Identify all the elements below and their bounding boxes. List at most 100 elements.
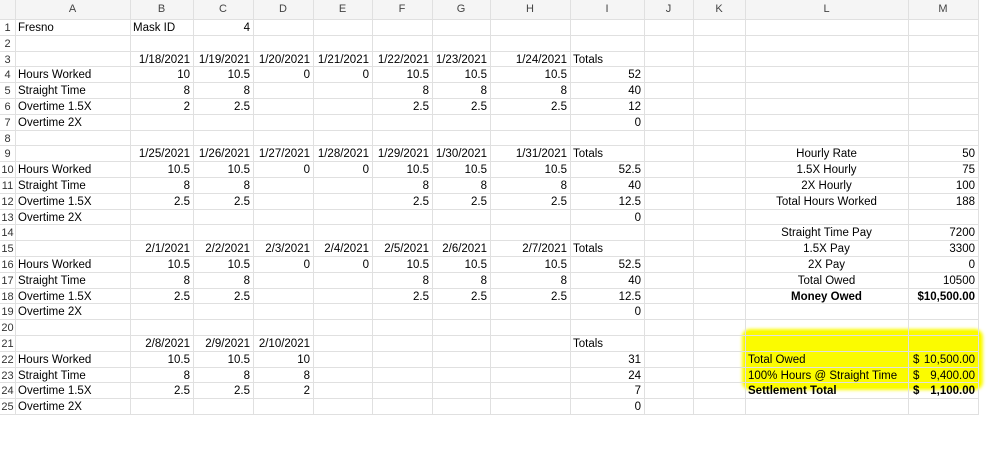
hours-cell[interactable]: 10.5 (193, 352, 253, 368)
column-header-k[interactable]: K (693, 0, 745, 19)
row-label-overtime-2[interactable]: Overtime 2X (15, 115, 130, 131)
date-header[interactable]: 2/1/2021 (130, 241, 193, 257)
summary-value[interactable]: 7200 (908, 225, 978, 241)
total-cell[interactable]: 12.5 (570, 289, 644, 305)
overtime-cell[interactable]: 2.5 (432, 99, 490, 115)
hours-cell[interactable]: 10.5 (432, 257, 490, 273)
row-header-23[interactable]: 23 (0, 368, 15, 384)
date-header[interactable]: 2/8/2021 (130, 336, 193, 352)
row-header-6[interactable]: 6 (0, 99, 15, 115)
column-header-g[interactable]: G (432, 0, 490, 19)
cell-b1-mask-label[interactable]: Mask ID (130, 20, 193, 36)
straight-cell[interactable]: 8 (490, 273, 570, 289)
row-header-12[interactable]: 12 (0, 194, 15, 210)
straight-cell[interactable]: 8 (130, 273, 193, 289)
overtime-cell[interactable]: 2.5 (490, 194, 570, 210)
row-label-overtime-15[interactable]: Overtime 1.5X (15, 194, 130, 210)
straight-cell[interactable]: 8 (253, 368, 313, 384)
row-header-16[interactable]: 16 (0, 257, 15, 273)
hours-cell[interactable]: 10.5 (490, 162, 570, 178)
settlement-label[interactable]: Settlement Total (745, 383, 908, 399)
hours-cell[interactable]: 10.5 (372, 257, 432, 273)
summary-label[interactable]: 2X Hourly (745, 178, 908, 194)
summary-label[interactable]: Straight Time Pay (745, 225, 908, 241)
overtime-cell[interactable]: 2.5 (432, 289, 490, 305)
row-label-overtime-15[interactable]: Overtime 1.5X (15, 383, 130, 399)
summary-label[interactable]: 1.5X Pay (745, 241, 908, 257)
settlement-amount[interactable]: 10,500.00 (908, 352, 978, 368)
summary-value[interactable]: 3300 (908, 241, 978, 257)
overtime-cell[interactable]: 2.5 (432, 194, 490, 210)
summary-value[interactable]: 100 (908, 178, 978, 194)
row-header-13[interactable]: 13 (0, 210, 15, 226)
row-header-17[interactable]: 17 (0, 273, 15, 289)
hours-cell[interactable]: 0 (253, 67, 313, 83)
date-header[interactable]: 2/3/2021 (253, 241, 313, 257)
row-label-straight-time[interactable]: Straight Time (15, 178, 130, 194)
hours-cell[interactable]: 10.5 (193, 257, 253, 273)
cell-c1-mask-value[interactable]: 4 (193, 20, 253, 36)
date-header[interactable]: 2/5/2021 (372, 241, 432, 257)
hours-cell[interactable]: 0 (313, 257, 372, 273)
overtime-cell[interactable]: 2.5 (372, 99, 432, 115)
summary-value[interactable]: 188 (908, 194, 978, 210)
row-label-hours-worked[interactable]: Hours Worked (15, 257, 130, 273)
hours-cell[interactable]: 0 (253, 162, 313, 178)
overtime-cell[interactable]: 2.5 (490, 99, 570, 115)
summary-value[interactable]: 50 (908, 146, 978, 162)
straight-cell[interactable]: 8 (490, 83, 570, 99)
date-header[interactable]: 1/19/2021 (193, 52, 253, 68)
row-header-9[interactable]: 9 (0, 146, 15, 162)
settlement-amount[interactable]: 1,100.00 (908, 383, 978, 399)
total-cell[interactable]: 0 (570, 304, 644, 320)
summary-value[interactable]: 75 (908, 162, 978, 178)
row-label-overtime-2[interactable]: Overtime 2X (15, 399, 130, 415)
summary-value[interactable]: $10,500.00 (908, 289, 978, 305)
total-cell[interactable]: 24 (570, 368, 644, 384)
hours-cell[interactable]: 10.5 (432, 162, 490, 178)
row-header-4[interactable]: 4 (0, 67, 15, 83)
date-header[interactable]: 2/4/2021 (313, 241, 372, 257)
date-header[interactable]: 1/31/2021 (490, 146, 570, 162)
overtime-cell[interactable]: 2.5 (372, 289, 432, 305)
column-header-a[interactable]: A (15, 0, 130, 19)
column-header-h[interactable]: H (490, 0, 570, 19)
straight-cell[interactable]: 8 (432, 178, 490, 194)
total-cell[interactable]: 0 (570, 399, 644, 415)
total-cell[interactable]: 40 (570, 178, 644, 194)
date-header[interactable]: 2/6/2021 (432, 241, 490, 257)
straight-cell[interactable]: 8 (130, 368, 193, 384)
total-cell[interactable]: 12 (570, 99, 644, 115)
overtime-cell[interactable]: 2.5 (130, 289, 193, 305)
row-header-20[interactable]: 20 (0, 320, 15, 336)
hours-cell[interactable]: 10 (253, 352, 313, 368)
column-header-i[interactable]: I (570, 0, 644, 19)
hours-cell[interactable]: 10.5 (193, 162, 253, 178)
straight-cell[interactable]: 8 (193, 178, 253, 194)
overtime-cell[interactable]: 2 (130, 99, 193, 115)
column-header-c[interactable]: C (193, 0, 253, 19)
column-header-f[interactable]: F (372, 0, 432, 19)
row-header-8[interactable]: 8 (0, 131, 15, 147)
hours-cell[interactable]: 10.5 (193, 67, 253, 83)
date-header[interactable]: 1/26/2021 (193, 146, 253, 162)
totals-header[interactable]: Totals (570, 241, 644, 257)
summary-label[interactable]: Hourly Rate (745, 146, 908, 162)
row-label-straight-time[interactable]: Straight Time (15, 83, 130, 99)
summary-value[interactable]: 0 (908, 257, 978, 273)
settlement-amount[interactable]: 9,400.00 (908, 368, 978, 384)
summary-label[interactable]: Money Owed (745, 289, 908, 305)
hours-cell[interactable]: 10.5 (130, 352, 193, 368)
straight-cell[interactable]: 8 (432, 273, 490, 289)
column-header-m[interactable]: M (908, 0, 978, 19)
date-header[interactable]: 1/27/2021 (253, 146, 313, 162)
hours-cell[interactable]: 10.5 (432, 67, 490, 83)
row-label-overtime-2[interactable]: Overtime 2X (15, 210, 130, 226)
row-header-1[interactable]: 1 (0, 20, 15, 36)
total-cell[interactable]: 40 (570, 273, 644, 289)
total-cell[interactable]: 0 (570, 115, 644, 131)
hours-cell[interactable]: 10.5 (490, 257, 570, 273)
date-header[interactable]: 2/7/2021 (490, 241, 570, 257)
row-header-24[interactable]: 24 (0, 383, 15, 399)
date-header[interactable]: 2/2/2021 (193, 241, 253, 257)
